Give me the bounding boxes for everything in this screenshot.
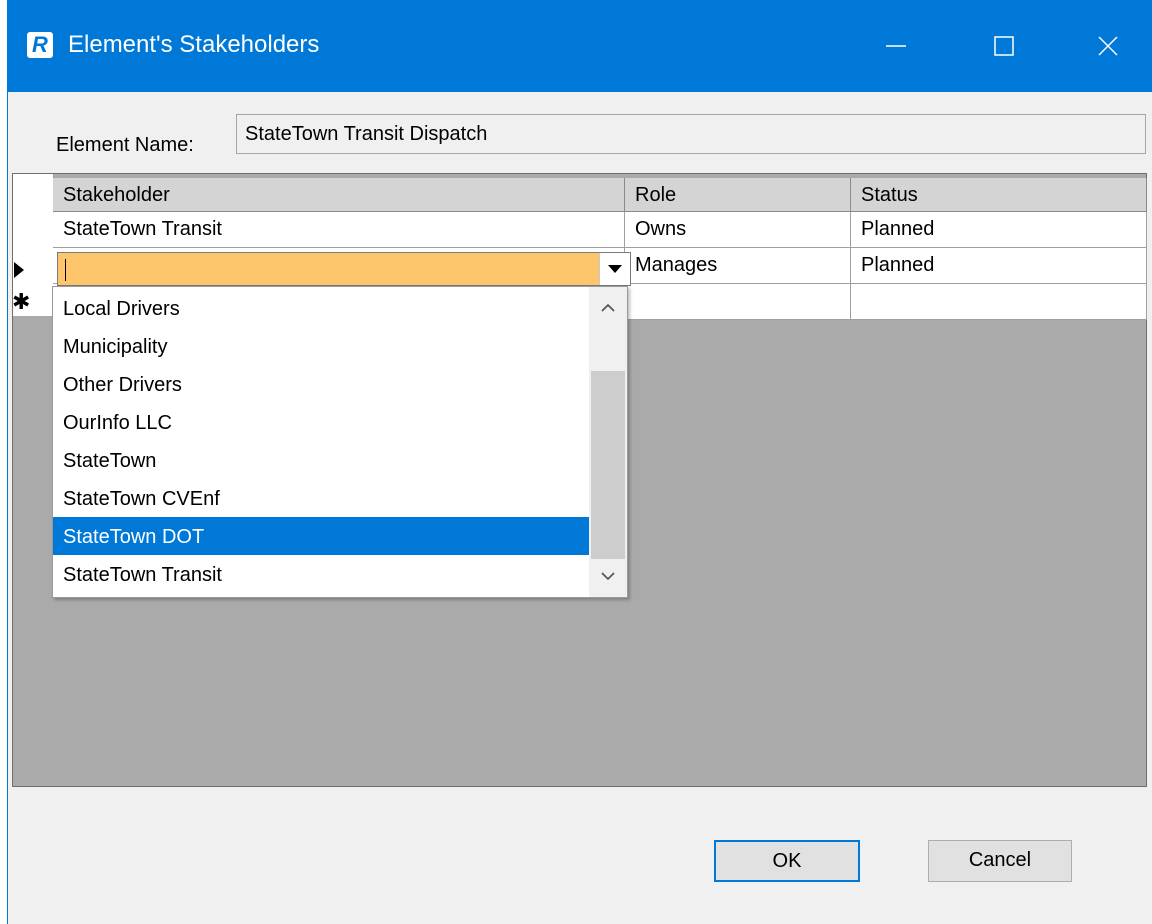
dropdown-option[interactable]: Other Drivers: [53, 365, 589, 403]
window-title: Element's Stakeholders: [68, 31, 320, 58]
new-row-icon: ✱: [12, 289, 31, 314]
maximize-button[interactable]: [978, 20, 1030, 72]
dropdown-option[interactable]: StateTown CVEnf: [53, 479, 589, 517]
dropdown-option[interactable]: Local Drivers: [53, 289, 589, 327]
app-logo-icon: R: [27, 32, 53, 58]
column-header-status[interactable]: Status: [851, 178, 1147, 212]
ok-button[interactable]: OK: [714, 840, 860, 882]
new-row-cell-status[interactable]: [851, 284, 1147, 320]
chevron-up-icon: [601, 303, 615, 312]
cell-role[interactable]: Manages: [625, 248, 851, 284]
close-icon: [1098, 36, 1118, 56]
cell-stakeholder[interactable]: StateTown Transit: [53, 212, 625, 248]
current-row-indicator: [13, 252, 53, 287]
element-name-field: StateTown Transit Dispatch: [236, 114, 1146, 154]
text-caret: [65, 259, 66, 281]
scroll-down-button[interactable]: [589, 557, 627, 595]
new-row-indicator: ✱: [12, 286, 53, 321]
cell-status[interactable]: Planned: [851, 212, 1147, 248]
scroll-up-button[interactable]: [589, 289, 627, 327]
dropdown-option[interactable]: Municipality: [53, 327, 589, 365]
row-header-column: ✱: [12, 174, 54, 316]
stakeholder-combobox[interactable]: [57, 252, 631, 286]
chevron-down-icon: [601, 572, 615, 581]
chevron-down-icon: [608, 265, 622, 273]
column-header-stakeholder[interactable]: Stakeholder: [53, 178, 625, 212]
dialog-window: R Element's Stakeholders Element Name: S…: [0, 0, 1152, 924]
minimize-icon: [886, 45, 906, 47]
cell-role[interactable]: Owns: [625, 212, 851, 248]
column-header-role[interactable]: Role: [625, 178, 851, 212]
minimize-button[interactable]: [870, 20, 922, 72]
current-row-icon: [14, 262, 24, 278]
title-bar[interactable]: R Element's Stakeholders: [8, 0, 1152, 92]
maximize-icon: [994, 36, 1014, 56]
dropdown-option-selected[interactable]: StateTown DOT: [53, 517, 589, 555]
scrollbar-thumb[interactable]: [591, 371, 625, 559]
cancel-button[interactable]: Cancel: [928, 840, 1072, 882]
cell-status[interactable]: Planned: [851, 248, 1147, 284]
window-border: [0, 0, 8, 924]
dropdown-scrollbar[interactable]: [589, 287, 627, 597]
dropdown-toggle-button[interactable]: [599, 253, 630, 285]
dropdown-option[interactable]: OurInfo LLC: [53, 403, 589, 441]
close-button[interactable]: [1082, 20, 1134, 72]
dropdown-option[interactable]: StateTown: [53, 441, 589, 479]
element-name-label: Element Name:: [56, 134, 194, 156]
stakeholder-dropdown-list[interactable]: Local Drivers Municipality Other Drivers…: [52, 286, 628, 598]
new-row-cell-role[interactable]: [625, 284, 851, 320]
dropdown-option[interactable]: StateTown Transit: [53, 555, 589, 593]
